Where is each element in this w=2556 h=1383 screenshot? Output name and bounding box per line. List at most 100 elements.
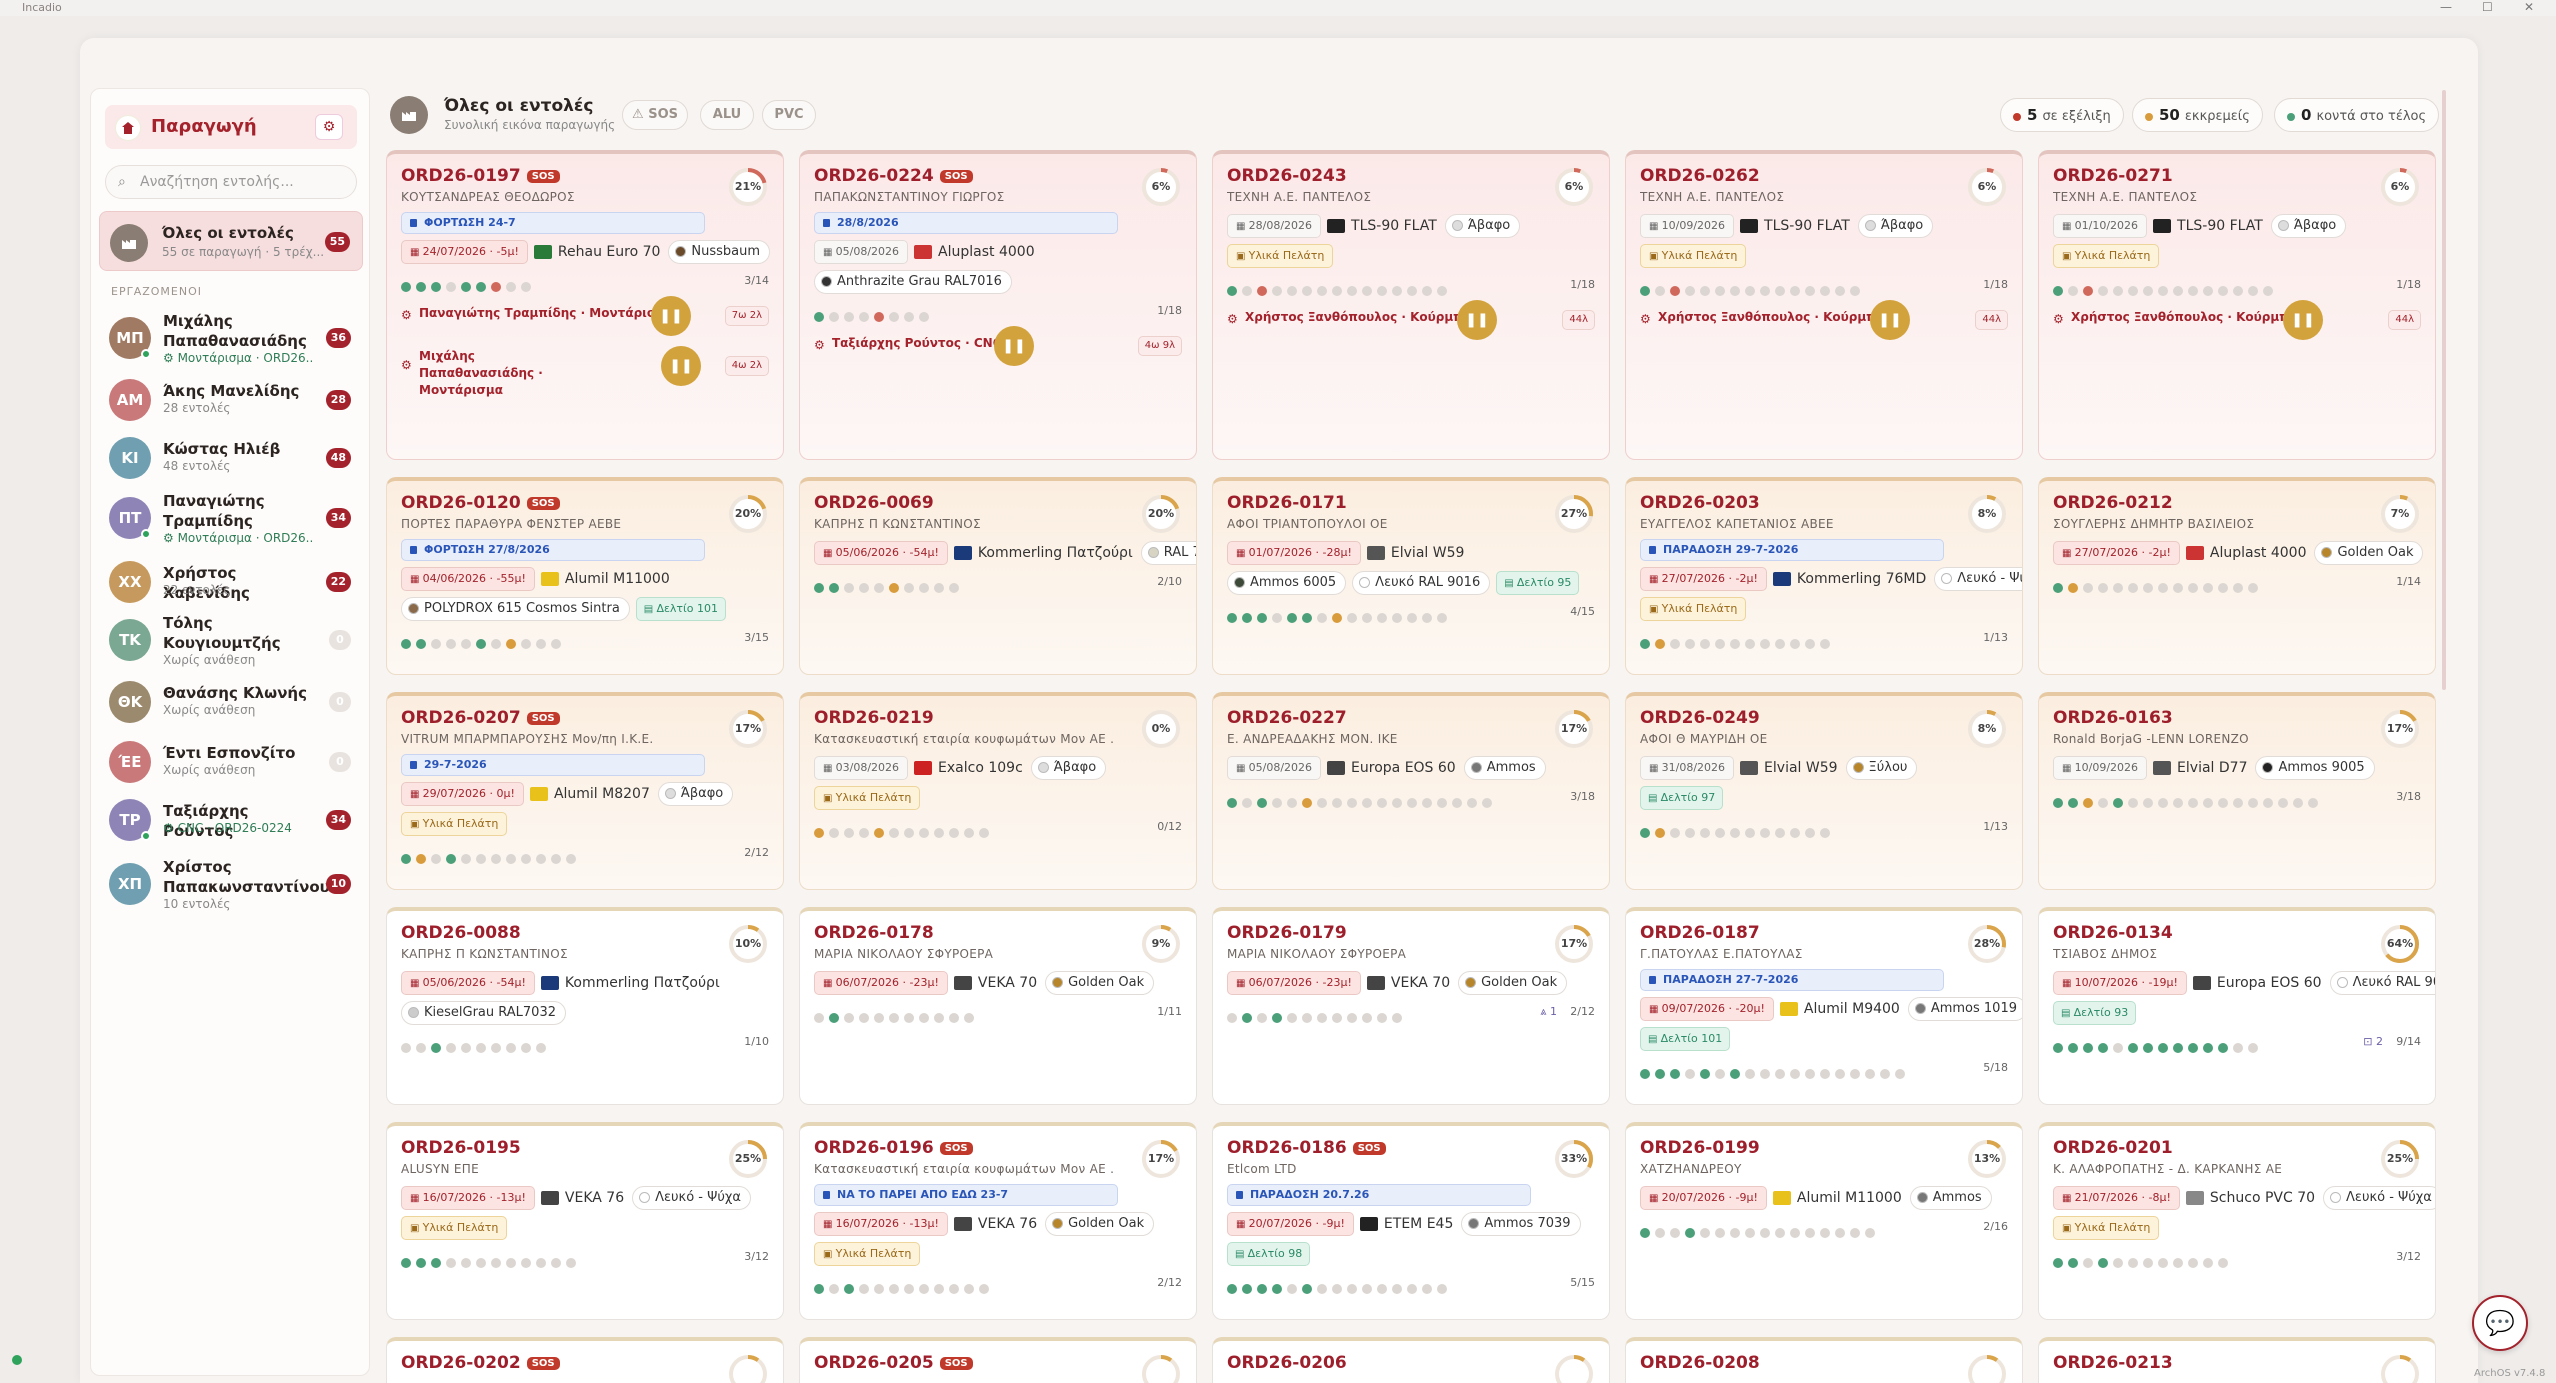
order-card[interactable]: ORD26-0197 SOS ΚΟΥΤΣΑΝΔΡΕΑΣ ΘΕΟΔΩΡΟΣ 21% ΦΟΡ… (386, 150, 784, 460)
progress-ring: 9% (1140, 923, 1182, 965)
sidebar: Παραγωγή ⚙ ⌕ Αναζήτηση εντολής... Όλες ο… (90, 88, 370, 1376)
stat-in-progress[interactable]: 5 σε εξέλιξη (2000, 98, 2124, 132)
order-card[interactable]: ORD26-0163 Ronald BorjaG -LENN LORENZO 17%… (2038, 692, 2436, 890)
active-task[interactable]: ⚙ Χρήστος Ξανθόπουλος · Κούρμπα ❚❚ 44λ (1640, 300, 2008, 340)
order-card[interactable]: ORD26-0120 SOS ΠΟΡΤΕΣ ΠΑΡΑΘΥΡΑ ΦΕΝΣΤΕΡ ΑΕΒ… (386, 477, 784, 675)
gear-icon: ⚙ (401, 308, 412, 322)
order-card[interactable]: ORD26-0069 ΚΑΠΡΗΣ Π ΚΩΝΣΤΑΝΤΙΝΟΣ 20% 05/06/… (799, 477, 1197, 675)
order-card[interactable]: ORD26-0196 SOS Κατασκευαστική εταιρία κουφ… (799, 1122, 1197, 1320)
active-task[interactable]: ⚙ Χρήστος Ξανθόπουλος · Κούρμπα ❚❚ 44λ (1227, 300, 1595, 340)
factory-icon (390, 96, 428, 134)
pause-button[interactable]: ❚❚ (2283, 300, 2323, 340)
order-card[interactable]: ORD26-0271 ΤΕΧΝΗ Α.Ε. ΠΑΝΤΕΛΟΣ 6% 01/10/202… (2038, 150, 2436, 460)
order-card[interactable]: ORD26-0205 SOS (799, 1337, 1197, 1383)
order-details-row: 01/07/2026 · -28μ!Elvial W59 (1227, 541, 1595, 567)
order-card[interactable]: ORD26-0227 Ε. ΑΝΔΡΕΑΔΑΚΗΣ ΜΟΝ. ΙΚΕ 17% 05/0… (1212, 692, 1610, 890)
order-card[interactable]: ORD26-0219 Κατασκευαστική εταιρία κουφωμά… (799, 692, 1197, 890)
step-dot (1257, 1012, 1267, 1023)
sidebar-item-worker[interactable]: ΧΧ Χρήστος Χαβενίδης 22 εντολές 22 (99, 553, 363, 611)
order-card[interactable]: ORD26-0207 SOS VITRUM ΜΠΑΡΜΠΑΡΟΥΣΗΣ Μον/πη… (386, 692, 784, 890)
order-details-row: 27/07/2026 · -2μ!Aluplast 4000 Golden Oak (2053, 541, 2424, 567)
order-card[interactable]: ORD26-0199 ΧΑΤΖΗΑΝΔΡΕΟΥ 13% 20/07/2026 · -9… (1625, 1122, 2023, 1320)
pause-button[interactable]: ❚❚ (1870, 300, 1910, 340)
sidebar-item-all-orders[interactable]: Όλες οι εντολές 55 σε παραγωγή · 5 τρέχ.… (99, 211, 363, 271)
gear-icon: ⚙ (163, 531, 178, 545)
step-dot (1272, 1283, 1282, 1294)
close-button[interactable]: ✕ (2524, 0, 2534, 14)
order-card[interactable]: ORD26-0178 ΜΑΡΙΑ ΝΙΚΟΛΑΟΥ ΣΦΥΡΟΕΡΑ 9% 06/07… (799, 907, 1197, 1105)
order-card[interactable]: ORD26-0262 ΤΕΧΝΗ Α.Ε. ΠΑΝΤΕΛΟΣ 6% 10/09/202… (1625, 150, 2023, 460)
step-dot (416, 1042, 426, 1053)
order-card[interactable]: ORD26-0202 SOS (386, 1337, 784, 1383)
brand-logo-icon (1772, 1191, 1791, 1205)
step-dot (416, 638, 426, 649)
maximize-button[interactable]: ☐ (2482, 0, 2493, 14)
step-dot (1835, 1068, 1845, 1079)
step-dot (521, 281, 531, 292)
order-extra-row: Υλικά Πελάτη (814, 1242, 1182, 1268)
pause-button[interactable]: ❚❚ (1457, 300, 1497, 340)
step-dot (1257, 285, 1267, 296)
search-input[interactable]: ⌕ Αναζήτηση εντολής... (105, 165, 357, 199)
minimize-button[interactable]: — (2440, 0, 2452, 14)
order-card[interactable]: ORD26-0186 SOS Etlcom LTD 33% ΠΑΡΑΔΟΣΗ 20.7.… (1212, 1122, 1610, 1320)
order-card[interactable]: ORD26-0088 ΚΑΠΡΗΣ Π ΚΩΝΣΤΑΝΤΙΝΟΣ 10% 05/06/… (386, 907, 784, 1105)
step-dot (1392, 1012, 1402, 1023)
sidebar-item-worker[interactable]: ΑΜ Άκης Μανελίδης 28 εντολές 28 (99, 371, 363, 429)
step-dot (1332, 285, 1342, 296)
sidebar-item-worker[interactable]: ΘΚ Θανάσης Κλωνής Χωρίς ανάθεση 0 (99, 673, 363, 731)
stat-near-end[interactable]: 0 κοντά στο τέλος (2274, 98, 2440, 132)
order-card[interactable]: ORD26-0212 ΣΟΥΓΛΕΡΗΣ ΔΗΜΗΤΡ ΒΑΣΙΛΕΙΟΣ 7% 27… (2038, 477, 2436, 675)
order-card[interactable]: ORD26-0195 ALUSYN ΕΠΕ 25% 16/07/2026 · -13μ… (386, 1122, 784, 1320)
customer-name: ΤΕΧΝΗ Α.Ε. ΠΑΝΤΕΛΟΣ (1640, 190, 1785, 204)
delivery-note: ΦΟΡΤΩΣΗ 24-7 (401, 212, 705, 234)
active-task[interactable]: ⚙ Ταξιάρχης Ρούντος · CNC ❚❚ 4ω 9λ (814, 326, 1182, 366)
color-swatch (1468, 1218, 1480, 1229)
order-card[interactable]: ORD26-0224 SOS ΠΑΠΑΚΩΝΣΤΑΝΤΙΝΟΥ ΓΙΩΡΓΟΣ 6% 2… (799, 150, 1197, 460)
order-card[interactable]: ORD26-0179 ΜΑΡΙΑ ΝΙΚΟΛΑΟΥ ΣΦΥΡΟΕΡΑ 17% 06/0… (1212, 907, 1610, 1105)
active-task[interactable]: ⚙ Παναγιώτης Τραμπίδης · Μοντάρισμα ❚❚ 7ω 2… (401, 296, 769, 336)
date-chip: 10/09/2026 (1640, 214, 1735, 238)
sidebar-item-worker[interactable]: ΠΤ Παναγιώτης Τραμπίδης ⚙ Μοντάρισμα · ORD… (99, 489, 363, 547)
sidebar-item-worker[interactable]: ΤΡ Ταξιάρχης Ρούντος ⚙ CNC · ORD26-0224 34 (99, 791, 363, 849)
active-task[interactable]: ⚙ Μιχάλης Παπαθανασιάδης · Μοντάρισμα ❚❚ 4ω… (401, 346, 769, 397)
customer-materials-badge: Υλικά Πελάτη (1227, 244, 1334, 268)
sidebar-item-worker[interactable]: ΧΠ Χρίστος Παπακωνσταντίνου 10 εντολές 10 (99, 855, 363, 913)
profile-system: Exalco 109c (914, 756, 1023, 780)
order-card[interactable]: ORD26-0134 ΤΣΙΑΒΟΣ ΔΗΜΟΣ 64% 10/07/2026 · -… (2038, 907, 2436, 1105)
order-card[interactable]: ORD26-0203 ΕΥΑΓΓΕΛΟΣ ΚΑΠΕΤΑΝΙΟΣ ΑΒΕΕ 8% ΠΑΡ… (1625, 477, 2023, 675)
home-icon[interactable] (115, 115, 141, 141)
scrollbar[interactable] (2442, 90, 2446, 690)
sidebar-item-worker[interactable]: ΜΠ Μιχάλης Παπαθανασιάδης ⚙ Μοντάρισμα · O… (99, 309, 363, 367)
order-card[interactable]: ORD26-0201 Κ. ΑΛΑΦΡΟΠΑΤΗΣ - Δ. ΚΑΡΚΑΝΗΣ Α… (2038, 1122, 2436, 1320)
step-fraction: 1/18 (1570, 278, 1595, 291)
order-card[interactable]: ORD26-0206 (1212, 1337, 1610, 1383)
filter-alu[interactable]: ALU (700, 100, 754, 130)
order-card[interactable]: ORD26-0208 (1625, 1337, 2023, 1383)
progress-ring: 25% (727, 1138, 769, 1180)
order-code: ORD26-0206 (1227, 1353, 1347, 1373)
order-card[interactable]: ORD26-0243 ΤΕΧΝΗ Α.Ε. ΠΑΝΤΕΛΟΣ 6% 28/08/202… (1212, 150, 1610, 460)
status-dot (2287, 112, 2295, 121)
filter-pvc[interactable]: PVC (762, 100, 816, 130)
sidebar-item-worker[interactable]: ΈΕ Έντι Εσπονζίτο Χωρίς ανάθεση 0 (99, 733, 363, 791)
filter-sos[interactable]: ⚠ SOS (622, 100, 688, 130)
pause-button[interactable]: ❚❚ (994, 326, 1034, 366)
sidebar-item-worker[interactable]: ΤΚ Τόλης Κουγιουμτζής Χωρίς ανάθεση 0 (99, 611, 363, 669)
pause-button[interactable]: ❚❚ (651, 296, 691, 336)
sidebar-item-worker[interactable]: ΚΙ Κώστας Ηλιέβ 48 εντολές 48 (99, 429, 363, 487)
order-card[interactable]: ORD26-0187 Γ.ΠΑΤΟΥΛΑΣ Ε.ΠΑΤΟΥΛΑΣ 28% ΠΑΡΑΔΟ… (1625, 907, 2023, 1105)
order-code: ORD26-0163 (2053, 708, 2173, 728)
count-badge: 36 (325, 328, 351, 348)
chat-button[interactable]: 💬 (2472, 1295, 2528, 1351)
step-dot (814, 1283, 824, 1294)
step-dot (829, 311, 839, 322)
order-card[interactable]: ORD26-0213 (2038, 1337, 2436, 1383)
stat-pending[interactable]: 50 εκκρεμείς (2132, 98, 2263, 132)
order-card[interactable]: ORD26-0249 ΑΦΟΙ Θ ΜΑΥΡΙΔΗ ΟΕ 8% 31/08/2026E… (1625, 692, 2023, 890)
step-dot (889, 582, 899, 593)
gear-icon[interactable]: ⚙ (315, 114, 343, 140)
pause-button[interactable]: ❚❚ (661, 346, 701, 386)
order-card[interactable]: ORD26-0171 ΑΦΟΙ ΤΡΙΑΝΤΟΠΟΥΛΟΙ ΟΕ 27% 01/07/… (1212, 477, 1610, 675)
active-task[interactable]: ⚙ Χρήστος Ξανθόπουλος · Κούρμπα ❚❚ 44λ (2053, 300, 2421, 340)
